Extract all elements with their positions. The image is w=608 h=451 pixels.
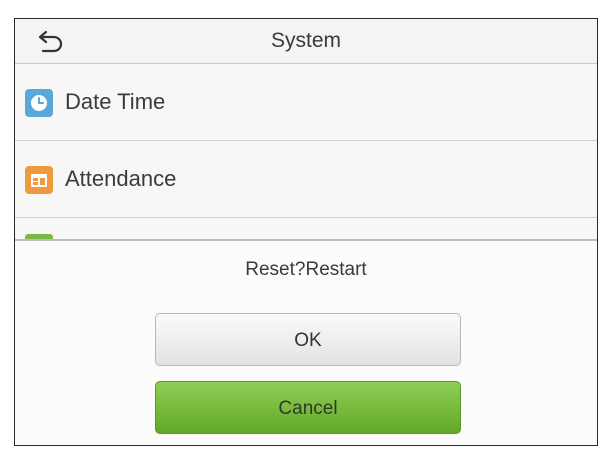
dialog-message: Reset?Restart xyxy=(245,259,367,280)
menu-item-date-time[interactable]: Date Time xyxy=(15,64,597,141)
menu-item-attendance[interactable]: Attendance xyxy=(15,141,597,218)
confirm-dialog: Reset?Restart OK Cancel xyxy=(15,239,597,445)
cancel-button[interactable]: Cancel xyxy=(155,381,461,434)
menu-item-label: Date Time xyxy=(65,89,166,114)
device-screen: System Date Time Attendance Reset?Restar… xyxy=(14,18,598,446)
clock-icon xyxy=(25,89,53,117)
menu-item-label: Attendance xyxy=(65,166,177,191)
ok-button[interactable]: OK xyxy=(155,313,461,366)
header-bar: System xyxy=(15,19,597,64)
attendance-icon xyxy=(25,166,53,194)
menu-list: Date Time Attendance xyxy=(15,64,597,218)
page-title: System xyxy=(270,29,341,52)
